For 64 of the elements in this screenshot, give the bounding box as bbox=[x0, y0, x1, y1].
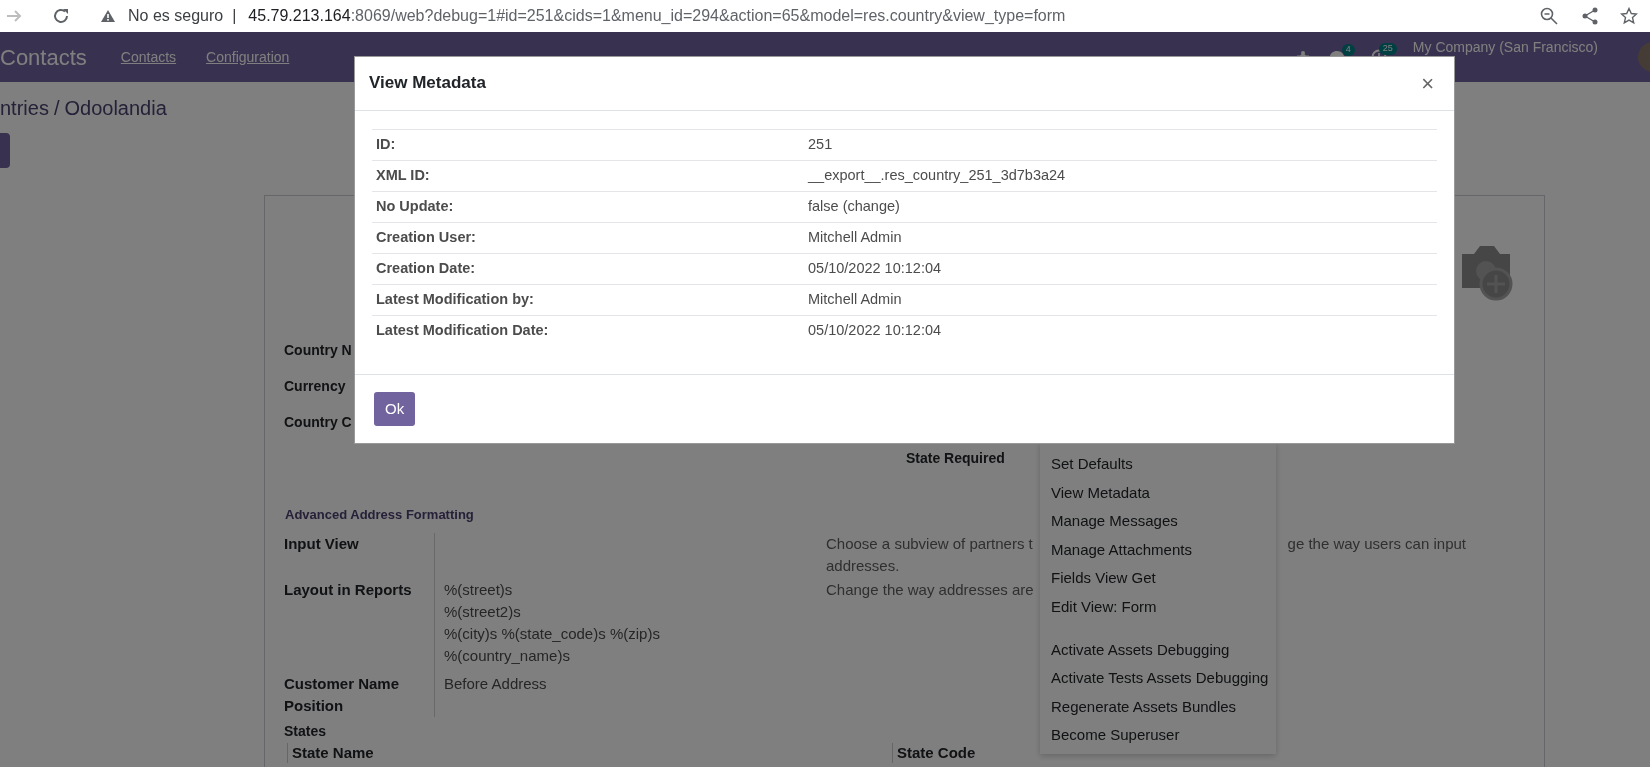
reload-icon[interactable] bbox=[52, 7, 70, 25]
field-label: State Required bbox=[906, 450, 1005, 466]
help-text: addresses. bbox=[826, 555, 900, 576]
menu-item[interactable]: Edit View: Form bbox=[1040, 592, 1276, 622]
breadcrumb-separator: / bbox=[53, 95, 60, 121]
section-title: Advanced Address Formatting bbox=[285, 506, 474, 524]
metadata-label: Latest Modification Date: bbox=[375, 321, 550, 341]
warning-icon[interactable] bbox=[100, 9, 116, 23]
zoom-out-icon[interactable] bbox=[1540, 7, 1558, 25]
close-button[interactable]: × bbox=[1417, 72, 1438, 95]
company-switcher[interactable]: My Company (San Francisco) bbox=[1412, 37, 1598, 58]
star-icon[interactable] bbox=[1620, 7, 1638, 25]
help-text: Change the way addresses are bbox=[826, 579, 1034, 600]
section-label: States bbox=[284, 721, 327, 741]
field-value: %(city)s %(state_code)s %(zip)s bbox=[444, 623, 661, 644]
modal-title: View Metadata bbox=[369, 73, 486, 94]
field-value: %(street2)s bbox=[444, 601, 522, 622]
breadcrumb-current: Odoolandia bbox=[64, 95, 167, 121]
field-label: Layout in Reports bbox=[284, 579, 413, 600]
field-label: Currency bbox=[284, 377, 346, 396]
metadata-value: false (change) bbox=[808, 197, 900, 217]
metadata-value: 251 bbox=[808, 135, 833, 155]
field-value: %(street)s bbox=[444, 579, 514, 600]
column-header: State Name bbox=[291, 742, 375, 763]
metadata-label: Latest Modification by: bbox=[375, 290, 535, 310]
metadata-value: Mitchell Admin bbox=[808, 228, 902, 248]
menu-item[interactable]: Manage Messages bbox=[1040, 507, 1276, 536]
metadata-value: __export__.res_country_251_3d7b3a24 bbox=[808, 166, 1066, 186]
count-badge: 25 bbox=[1378, 43, 1397, 55]
menu-item[interactable]: Regenerate Assets Bundles bbox=[1040, 692, 1276, 722]
ok-button[interactable]: Ok bbox=[374, 392, 416, 426]
menu-item[interactable]: Activate Assets Debugging bbox=[1040, 635, 1276, 665]
help-text: ge the way users can input bbox=[1287, 533, 1466, 554]
menu-item[interactable]: Manage Attachments bbox=[1040, 535, 1276, 565]
security-label[interactable]: No es seguro bbox=[128, 4, 224, 28]
field-label: Input View bbox=[284, 533, 360, 554]
metadata-label: No Update: bbox=[375, 197, 455, 217]
metadata-label: Creation User: bbox=[375, 228, 477, 248]
separator: | bbox=[232, 6, 237, 26]
menu-item[interactable]: Become Superuser bbox=[1040, 721, 1276, 750]
app-name[interactable]: Contacts bbox=[0, 40, 87, 74]
breadcrumb-link[interactable]: ntries bbox=[0, 92, 49, 123]
menu-item[interactable]: Contacts bbox=[120, 46, 177, 68]
menu-item[interactable]: Configuration bbox=[206, 46, 290, 68]
metadata-label: XML ID: bbox=[375, 166, 431, 186]
count-badge: 4 bbox=[1341, 44, 1355, 56]
menu-item[interactable]: View Metadata bbox=[1040, 478, 1276, 508]
column-header: State Code bbox=[892, 742, 976, 763]
help-text: Choose a subview of partners t bbox=[826, 533, 1033, 554]
field-value: Before Address bbox=[444, 673, 548, 694]
metadata-label: ID: bbox=[375, 135, 397, 155]
field-label: Country C bbox=[284, 413, 352, 432]
field-value: %(country_name)s bbox=[444, 645, 571, 666]
metadata-label: Creation Date: bbox=[375, 259, 477, 279]
field-label: Country N bbox=[284, 341, 352, 360]
metadata-value: Mitchell Admin bbox=[808, 290, 902, 310]
menu-item[interactable]: Set Defaults bbox=[1040, 450, 1276, 479]
metadata-value: 05/10/2022 10:12:04 bbox=[808, 259, 942, 279]
field-label: Customer Name Position bbox=[284, 673, 401, 716]
menu-item[interactable]: Activate Tests Assets Debugging bbox=[1040, 664, 1276, 693]
metadata-value: 05/10/2022 10:12:04 bbox=[808, 321, 942, 341]
menu-item[interactable]: Fields View Get bbox=[1040, 564, 1276, 593]
share-icon[interactable] bbox=[1582, 7, 1598, 25]
url-field[interactable]: 45.79.213.164:8069/web?debug=1#id=251&cids=1&menu_id=294&action=65&model=res.country&view_type=form bbox=[248, 4, 1066, 28]
